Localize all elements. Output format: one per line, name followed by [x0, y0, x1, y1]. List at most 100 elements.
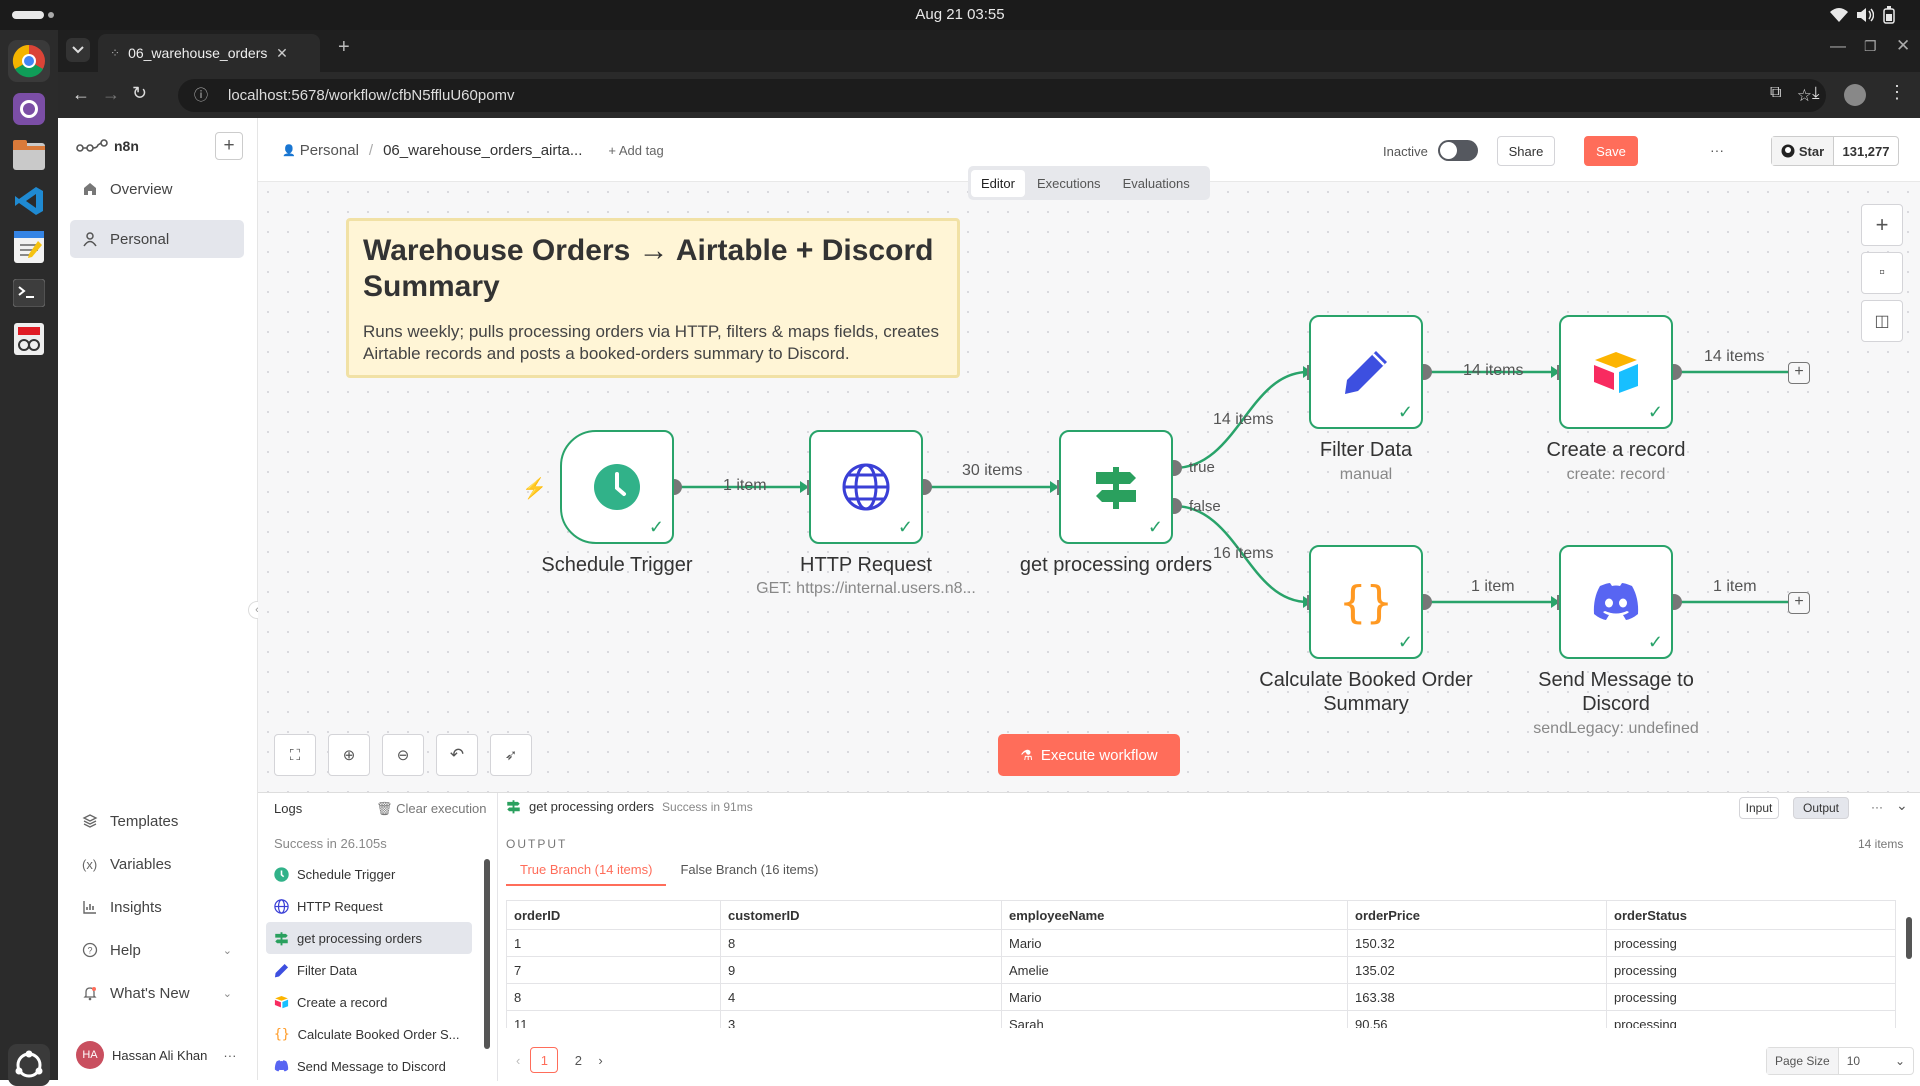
workflow-name[interactable]: 06_warehouse_orders_airta... — [383, 142, 582, 159]
bookmark-star-icon[interactable]: ☆ — [1797, 79, 1812, 112]
clock[interactable]: Aug 21 03:55 — [0, 6, 1920, 23]
browser-tab[interactable]: ⁘ 06_warehouse_orders ✕ — [98, 34, 320, 72]
github-star-button[interactable]: Star 131,277 — [1771, 136, 1899, 166]
fit-view-icon[interactable]: ⛶ — [274, 734, 316, 776]
node-schedule-trigger[interactable]: ✓ — [560, 430, 674, 544]
braces-icon: {} — [1340, 577, 1392, 627]
share-button[interactable]: Share — [1497, 136, 1555, 166]
new-tab-button[interactable]: + — [338, 36, 350, 59]
log-item[interactable]: HTTP Request — [266, 890, 472, 922]
tab-true-branch[interactable]: True Branch (14 items) — [506, 855, 667, 886]
tab-search-button[interactable] — [66, 38, 90, 62]
tab-editor[interactable]: Editor — [971, 169, 1025, 197]
column-header[interactable]: customerID — [720, 900, 1002, 930]
workflow-canvas[interactable]: Warehouse Orders → Airtable + Discord Su… — [258, 182, 1920, 792]
add-node-button[interactable]: + — [1788, 592, 1810, 614]
next-page-icon[interactable]: › — [598, 1053, 602, 1068]
address-bar[interactable]: ⓘ localhost:5678/workflow/cfbN5ffluU60po… — [178, 79, 1826, 112]
profile-avatar[interactable] — [1844, 84, 1866, 106]
side-panel-icon[interactable]: ◫ — [1861, 300, 1903, 342]
log-item[interactable]: Filter Data — [266, 954, 472, 986]
log-item[interactable]: Schedule Trigger — [266, 858, 472, 890]
forward-icon[interactable]: → — [102, 84, 120, 105]
downloads-icon[interactable]: ⤓ — [1812, 83, 1820, 103]
zoom-out-icon[interactable]: ⊖ — [382, 734, 424, 776]
nav-personal[interactable]: Personal — [70, 220, 244, 258]
collapse-logs-icon[interactable]: ⌄ — [1896, 797, 1908, 814]
wifi-icon[interactable] — [1830, 7, 1848, 23]
user-menu-icon[interactable]: ··· — [223, 1048, 236, 1063]
input-button[interactable]: Input — [1739, 797, 1779, 819]
battery-icon[interactable] — [1882, 6, 1896, 24]
node-filter-data[interactable]: ✓ — [1309, 315, 1423, 429]
prev-page-icon[interactable]: ‹ — [516, 1053, 520, 1068]
site-info-icon[interactable]: ⓘ — [194, 79, 208, 112]
node-send-message-to-discord[interactable]: ✓ — [1559, 545, 1673, 659]
minimize-icon[interactable]: — — [1830, 38, 1846, 56]
vscode-icon[interactable] — [8, 180, 50, 222]
close-tab-icon[interactable]: ✕ — [276, 45, 288, 62]
breadcrumb-project[interactable]: Personal — [300, 142, 359, 159]
node-http-request[interactable]: ✓ — [809, 430, 923, 544]
column-header[interactable]: orderID — [506, 900, 721, 930]
tab-false-branch[interactable]: False Branch (16 items) — [666, 855, 832, 886]
logs-more-button[interactable]: ··· — [1871, 800, 1883, 814]
add-node-panel-button[interactable]: + — [1861, 204, 1903, 246]
maximize-icon[interactable]: ❐ — [1864, 38, 1877, 55]
log-item[interactable]: get processing orders — [266, 922, 472, 954]
node-get-processing-orders[interactable]: ✓ — [1059, 430, 1173, 544]
clear-execution-button[interactable]: 🗑 Clear execution — [376, 801, 486, 817]
back-icon[interactable]: ← — [72, 84, 90, 105]
nav-templates[interactable]: Templates — [70, 802, 244, 840]
zoom-in-icon[interactable]: ⊕ — [328, 734, 370, 776]
terminal-icon[interactable] — [8, 272, 50, 314]
browser-menu-icon[interactable]: ⋮ — [1888, 82, 1906, 103]
n8n-logo[interactable]: n8n — [76, 138, 139, 154]
column-header[interactable]: orderStatus — [1606, 900, 1896, 930]
github-desktop-icon[interactable] — [8, 88, 50, 130]
add-node-button[interactable]: + — [1788, 362, 1810, 384]
create-button[interactable]: + — [215, 132, 243, 160]
active-toggle[interactable] — [1438, 140, 1478, 161]
nav-overview[interactable]: Overview — [70, 170, 244, 208]
nav-insights[interactable]: Insights — [70, 888, 244, 926]
reload-icon[interactable]: ↻ — [132, 83, 147, 104]
log-item[interactable]: Create a record — [266, 986, 472, 1018]
node-create-a-record[interactable]: ✓ — [1559, 315, 1673, 429]
close-window-icon[interactable]: ✕ — [1896, 36, 1910, 56]
table-scrollbar[interactable] — [1906, 917, 1912, 959]
tab-executions[interactable]: Executions — [1027, 170, 1111, 197]
page-button[interactable]: 1 — [530, 1047, 559, 1073]
nav-help[interactable]: ? Help ⌄ — [70, 931, 244, 969]
sticky-add-icon[interactable]: ▫ — [1861, 252, 1903, 294]
table-row[interactable]: 11 3 Sarah 90.56 processing — [506, 1010, 1896, 1028]
document-viewer-icon[interactable] — [8, 318, 50, 360]
column-header[interactable]: orderPrice — [1347, 900, 1607, 930]
table-row[interactable]: 7 9 Amelie 135.02 processing — [506, 956, 1896, 984]
column-header[interactable]: employeeName — [1001, 900, 1348, 930]
execute-workflow-button[interactable]: ⚗ Execute workflow — [998, 734, 1180, 776]
page-size-select[interactable]: Page Size 10 ⌄ — [1766, 1047, 1914, 1075]
text-editor-icon[interactable] — [8, 226, 50, 268]
page-button[interactable]: 2 — [568, 1053, 588, 1068]
table-row[interactable]: 1 8 Mario 150.32 processing — [506, 929, 1896, 957]
user-menu[interactable]: HA Hassan Ali Khan ··· — [76, 1038, 246, 1072]
tidy-up-icon[interactable]: ➶ — [490, 734, 532, 776]
log-item[interactable]: {} Calculate Booked Order S... — [266, 1018, 472, 1050]
nav-variables[interactable]: (x) Variables — [70, 845, 244, 883]
table-row[interactable]: 8 4 Mario 163.38 processing — [506, 983, 1896, 1011]
tab-evaluations[interactable]: Evaluations — [1113, 170, 1200, 197]
extensions-icon[interactable]: ⧉ — [1770, 84, 1781, 102]
undo-icon[interactable]: ↶ — [436, 734, 478, 776]
workflow-more-button[interactable]: ··· — [1710, 142, 1724, 158]
save-button[interactable]: Save — [1584, 136, 1638, 166]
log-list-scrollbar[interactable] — [484, 859, 490, 1049]
files-icon[interactable] — [8, 134, 50, 176]
output-button[interactable]: Output — [1793, 797, 1849, 819]
node-calculate-booked-order-summary[interactable]: {} ✓ — [1309, 545, 1423, 659]
add-tag-button[interactable]: + Add tag — [608, 143, 663, 158]
volume-icon[interactable] — [1856, 7, 1874, 23]
log-item[interactable]: Send Message to Discord — [266, 1050, 472, 1082]
chrome-icon[interactable] — [8, 40, 50, 82]
nav-whats-new[interactable]: What's New ⌄ — [70, 974, 244, 1012]
